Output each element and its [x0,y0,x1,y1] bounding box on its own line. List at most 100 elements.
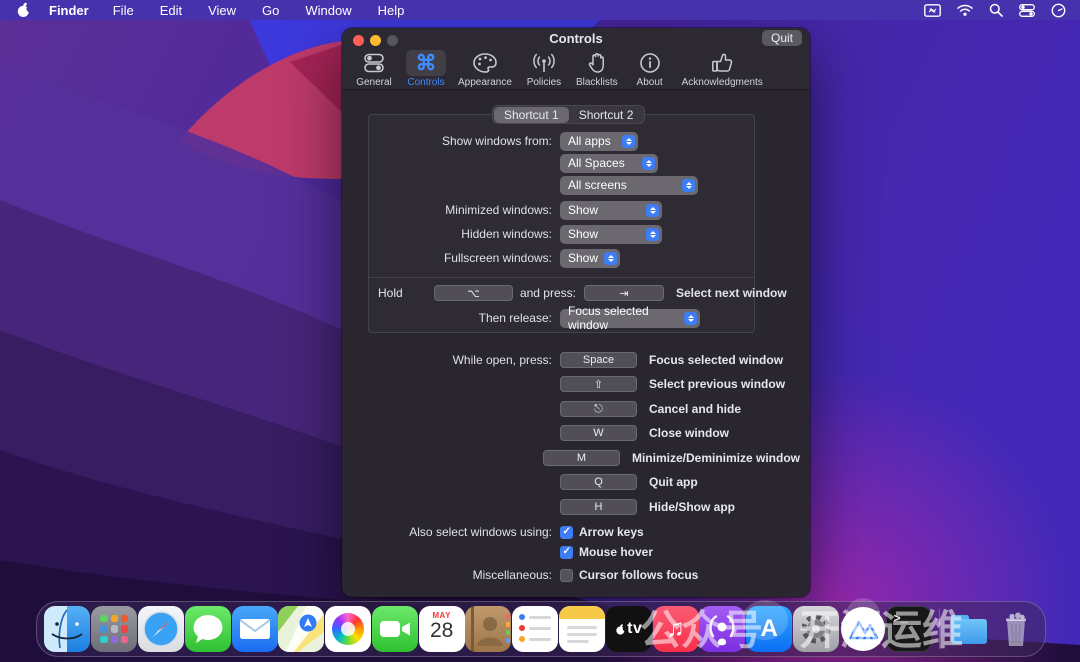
shortcut-tab-bar: Shortcut 1 Shortcut 2 [492,105,645,124]
apple-logo-icon[interactable] [16,2,31,18]
display-icon[interactable] [924,4,941,17]
then-release-dropdown[interactable]: Focus selected window [560,309,700,328]
window-title: Controls [342,31,810,46]
mouse-hover-checkbox[interactable] [560,546,573,559]
h-key-button[interactable]: H [560,499,637,515]
select-next-window-label: Select next window [676,283,787,303]
calendar-day: 28 [419,620,465,642]
toolbar-tab-blacklists[interactable]: Blacklists [572,50,622,88]
toolbar-tab-about[interactable]: About [626,50,674,88]
trash-icon[interactable] [993,606,1039,652]
photos-icon[interactable] [325,606,371,652]
toolbar-label: General [356,77,392,88]
clock-icon[interactable] [1051,3,1066,18]
stepper-icon [604,252,617,265]
terminal-prompt-glyph: >_ [893,612,907,626]
dock-separator [939,609,940,649]
stepper-icon [622,135,635,148]
controls-preferences-window: Controls Quit General ⌘ Controls Appeara… [342,28,810,597]
w-key-button[interactable]: W [560,425,637,441]
toolbar-label: Appearance [458,77,512,88]
launchpad-icon[interactable] [91,606,137,652]
finder-icon[interactable] [44,606,90,652]
press-key-recorder[interactable]: ⇥ [584,285,664,301]
toolbar-tab-controls[interactable]: ⌘ Controls [402,50,450,88]
menu-window[interactable]: Window [305,3,351,18]
toolbar-label: About [637,77,663,88]
menu-go[interactable]: Go [262,3,279,18]
terminal-icon[interactable]: >_ [886,606,932,652]
hidden-windows-dropdown[interactable]: Show [560,225,662,244]
quit-button[interactable]: Quit [762,30,802,46]
spaces-dropdown[interactable]: All Spaces [560,154,658,173]
hidden-windows-label: Hidden windows: [368,227,552,241]
tv-glyph: tv [627,620,642,638]
hold-label: Hold [378,283,403,303]
info-icon [630,50,670,76]
music-note-glyph: ♫ [667,615,685,643]
q-key-button[interactable]: Q [560,474,637,490]
and-press-label: and press: [468,283,576,303]
groupbox-separator [369,277,754,278]
shift-key-button[interactable]: ⇧ [560,376,637,392]
wifi-icon[interactable] [957,4,973,17]
stepper-icon [646,204,659,217]
settings-icon[interactable] [793,606,839,652]
toolbar-tab-general[interactable]: General [350,50,398,88]
title-bar[interactable]: Controls Quit [342,28,810,48]
podcasts-icon[interactable] [699,606,745,652]
toolbar-tab-appearance[interactable]: Appearance [454,50,516,88]
facetime-icon[interactable] [372,606,418,652]
show-windows-from-label: Show windows from: [368,134,552,148]
menu-file[interactable]: File [113,3,134,18]
toolbar-tab-acknowledgments[interactable]: Acknowledgments [678,50,767,88]
notes-icon[interactable] [559,606,605,652]
toolbar-label: Blacklists [576,77,618,88]
minimized-windows-label: Minimized windows: [368,203,552,217]
stepper-icon [642,157,655,170]
dock: MAY 28 tv ♫ A >_ [36,601,1046,657]
menu-view[interactable]: View [208,3,236,18]
toggles-icon [354,50,394,76]
stepper-icon [684,312,697,325]
fullscreen-windows-label: Fullscreen windows: [368,251,552,265]
menu-app-name[interactable]: Finder [49,3,89,18]
screens-dropdown[interactable]: All screens [560,176,698,195]
watermark-ghost-icon [846,598,880,632]
escape-key-button[interactable]: ⎋ [560,401,637,417]
also-select-label: Also select windows using: [368,525,552,539]
m-key-button[interactable]: M [543,450,620,466]
cursor-follows-focus-checkbox[interactable] [560,569,573,582]
menu-bar: Finder File Edit View Go Window Help [0,0,1080,20]
then-release-label: Then release: [368,311,552,325]
music-icon[interactable]: ♫ [653,606,699,652]
stepper-icon [682,179,695,192]
downloads-folder-icon[interactable] [946,606,992,652]
tab-shortcut-1[interactable]: Shortcut 1 [494,107,569,123]
apps-dropdown[interactable]: All apps [560,132,638,151]
toolbar-label: Controls [407,77,444,88]
reminders-icon[interactable] [512,606,558,652]
menu-edit[interactable]: Edit [160,3,182,18]
watermark-ghost-icon [742,600,788,640]
maps-icon[interactable] [278,606,324,652]
arrow-keys-checkbox[interactable] [560,526,573,539]
safari-icon[interactable] [138,606,184,652]
toolbar-label: Policies [527,77,561,88]
toolbar-tab-policies[interactable]: Policies [520,50,568,88]
hold-and-press-row: Hold ⌥ and press: ⇥ Select next window [368,283,788,303]
calendar-icon[interactable]: MAY 28 [419,606,465,652]
minimized-windows-dropdown[interactable]: Show [560,201,662,220]
appletv-icon[interactable]: tv [606,606,652,652]
command-icon: ⌘ [406,50,446,76]
space-key-button[interactable]: Space [560,352,637,368]
search-icon[interactable] [989,3,1003,17]
palette-icon [465,50,505,76]
menu-help[interactable]: Help [378,3,405,18]
tab-shortcut-2[interactable]: Shortcut 2 [569,107,644,123]
control-center-icon[interactable] [1019,4,1035,17]
messages-icon[interactable] [185,606,231,652]
fullscreen-windows-dropdown[interactable]: Show [560,249,620,268]
contacts-icon[interactable] [465,606,511,652]
mail-icon[interactable] [232,606,278,652]
